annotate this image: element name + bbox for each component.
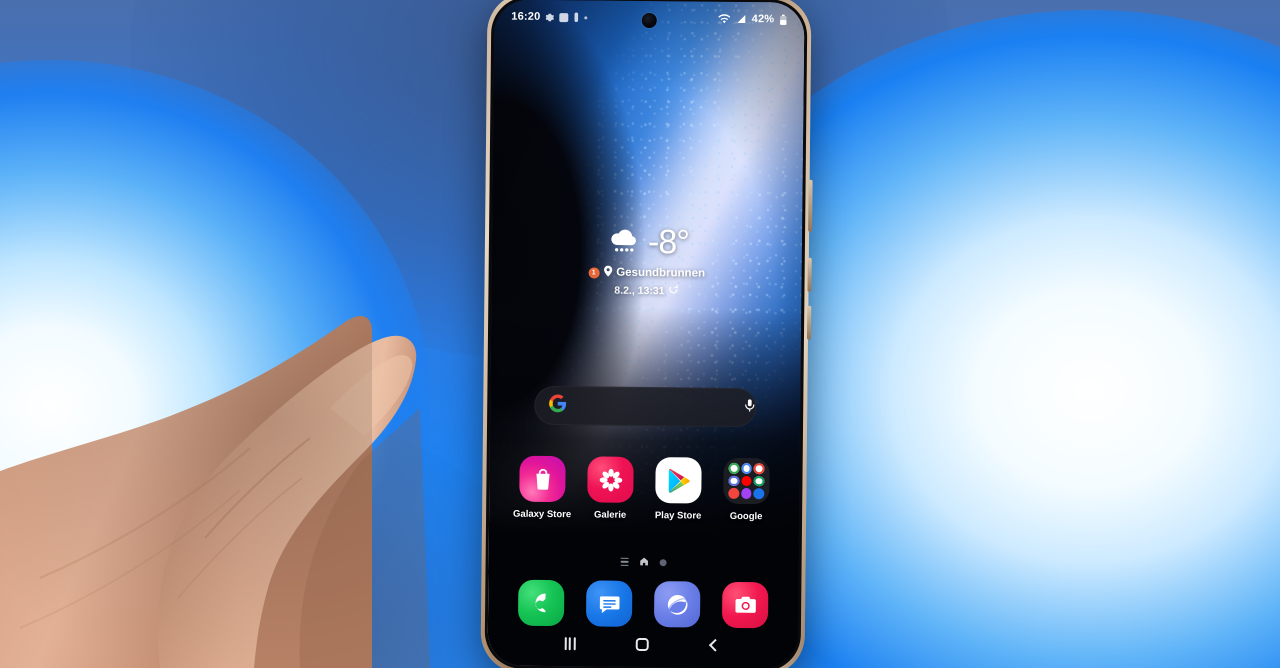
- gear-icon: [545, 12, 555, 21]
- notification-icon: [573, 12, 579, 23]
- app-folder-google[interactable]: Google: [715, 457, 778, 523]
- app-label: Play Store: [654, 510, 702, 522]
- folder-grid-icon: [723, 457, 770, 505]
- browser-globe-icon: [653, 581, 701, 628]
- dock-app-camera[interactable]: [714, 581, 776, 629]
- weather-temperature: -8°: [647, 223, 690, 262]
- status-bar-left: 16:20: [511, 10, 588, 24]
- battery-percentage: 42%: [751, 13, 775, 26]
- camera-icon: [721, 581, 769, 629]
- battery-icon: [779, 14, 787, 25]
- app-label: Google: [729, 510, 763, 523]
- status-bar-right: 42%: [718, 13, 788, 26]
- dock-app-internet[interactable]: [646, 581, 708, 628]
- chevron-left-icon: [709, 638, 722, 652]
- volume-down-button[interactable]: [806, 305, 812, 340]
- power-button[interactable]: [808, 179, 813, 232]
- play-triangle-icon: [655, 457, 702, 504]
- app-play-store[interactable]: Play Store: [647, 457, 710, 522]
- back-button[interactable]: [695, 630, 735, 660]
- app-badge-icon: [559, 12, 569, 22]
- home-icon[interactable]: [640, 553, 649, 571]
- microphone-icon[interactable]: [742, 398, 757, 418]
- signal-icon: [736, 14, 747, 24]
- wifi-icon: [718, 14, 731, 24]
- volume-up-button[interactable]: [807, 257, 812, 292]
- dot-icon: [584, 15, 588, 19]
- front-camera-punch-hole: [641, 12, 657, 29]
- dot-icon[interactable]: [659, 558, 667, 566]
- status-bar-clock: 16:20: [511, 10, 541, 23]
- refresh-icon[interactable]: [668, 284, 678, 297]
- screenshot-scene: 16:20 42% -8° 1 Gesundbrunnen 8.2., 13:3…: [0, 0, 1280, 668]
- hand-holding-phone: [0, 316, 430, 668]
